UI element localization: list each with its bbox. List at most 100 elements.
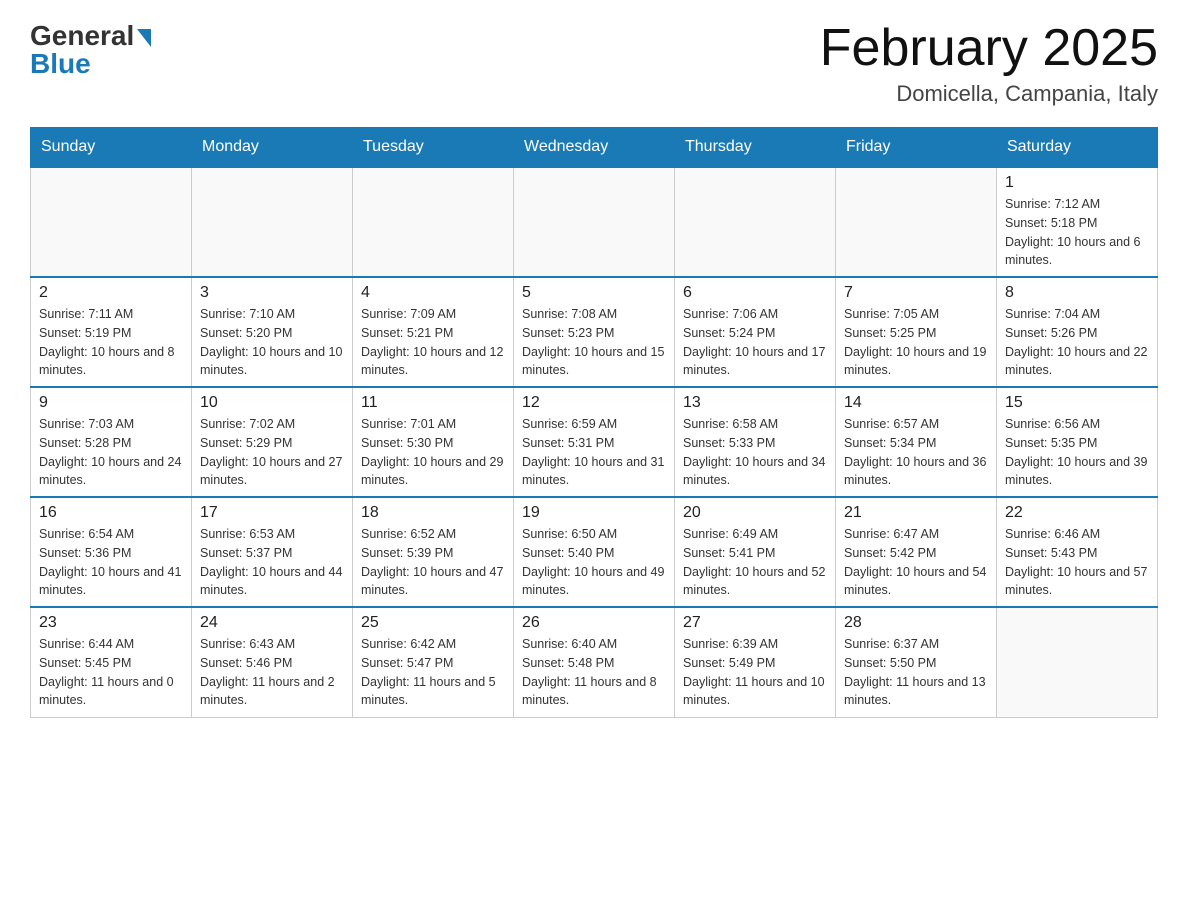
calendar-cell: 25 Sunrise: 6:42 AMSunset: 5:47 PMDayligh… (353, 607, 514, 717)
calendar-cell: 18 Sunrise: 6:52 AMSunset: 5:39 PMDayligh… (353, 497, 514, 607)
month-title: February 2025 (820, 20, 1158, 77)
day-number: 6 (683, 284, 827, 302)
weekday-header-wednesday: Wednesday (514, 128, 675, 168)
day-number: 26 (522, 614, 666, 632)
day-info: Sunrise: 6:49 AMSunset: 5:41 PMDaylight:… (683, 525, 827, 600)
calendar-cell: 9 Sunrise: 7:03 AMSunset: 5:28 PMDaylight… (31, 387, 192, 497)
day-info: Sunrise: 7:12 AMSunset: 5:18 PMDaylight:… (1005, 195, 1149, 270)
day-info: Sunrise: 7:06 AMSunset: 5:24 PMDaylight:… (683, 305, 827, 380)
day-number: 21 (844, 504, 988, 522)
weekday-header-saturday: Saturday (997, 128, 1158, 168)
day-info: Sunrise: 6:46 AMSunset: 5:43 PMDaylight:… (1005, 525, 1149, 600)
day-number: 11 (361, 394, 505, 412)
day-info: Sunrise: 6:42 AMSunset: 5:47 PMDaylight:… (361, 635, 505, 710)
calendar-week-row-3: 9 Sunrise: 7:03 AMSunset: 5:28 PMDaylight… (31, 387, 1158, 497)
day-info: Sunrise: 6:56 AMSunset: 5:35 PMDaylight:… (1005, 415, 1149, 490)
day-number: 13 (683, 394, 827, 412)
day-info: Sunrise: 7:04 AMSunset: 5:26 PMDaylight:… (1005, 305, 1149, 380)
day-info: Sunrise: 6:58 AMSunset: 5:33 PMDaylight:… (683, 415, 827, 490)
calendar-week-row-1: 1 Sunrise: 7:12 AMSunset: 5:18 PMDaylight… (31, 167, 1158, 277)
day-info: Sunrise: 7:05 AMSunset: 5:25 PMDaylight:… (844, 305, 988, 380)
weekday-header-row: SundayMondayTuesdayWednesdayThursdayFrid… (31, 128, 1158, 168)
day-number: 12 (522, 394, 666, 412)
calendar-week-row-5: 23Sunrise: 6:44 AMSunset: 5:45 PMDayligh… (31, 607, 1158, 717)
calendar-cell (192, 167, 353, 277)
day-number: 27 (683, 614, 827, 632)
calendar-cell: 14 Sunrise: 6:57 AMSunset: 5:34 PMDayligh… (836, 387, 997, 497)
day-number: 9 (39, 394, 183, 412)
day-number: 3 (200, 284, 344, 302)
page-header: General Blue February 2025 Domicella, Ca… (30, 20, 1158, 107)
calendar-cell (997, 607, 1158, 717)
day-number: 24 (200, 614, 344, 632)
day-number: 8 (1005, 284, 1149, 302)
day-number: 18 (361, 504, 505, 522)
calendar-cell (675, 167, 836, 277)
calendar-cell: 27Sunrise: 6:39 AMSunset: 5:49 PMDayligh… (675, 607, 836, 717)
day-info: Sunrise: 7:09 AMSunset: 5:21 PMDaylight:… (361, 305, 505, 380)
calendar-cell: 26 Sunrise: 6:40 AMSunset: 5:48 PMDayligh… (514, 607, 675, 717)
day-info: Sunrise: 6:54 AMSunset: 5:36 PMDaylight:… (39, 525, 183, 600)
day-info: Sunrise: 6:53 AMSunset: 5:37 PMDaylight:… (200, 525, 344, 600)
calendar-cell: 8 Sunrise: 7:04 AMSunset: 5:26 PMDaylight… (997, 277, 1158, 387)
calendar-cell (353, 167, 514, 277)
day-info: Sunrise: 7:11 AMSunset: 5:19 PMDaylight:… (39, 305, 183, 380)
calendar-cell: 5 Sunrise: 7:08 AMSunset: 5:23 PMDaylight… (514, 277, 675, 387)
day-number: 28 (844, 614, 988, 632)
day-number: 7 (844, 284, 988, 302)
day-number: 5 (522, 284, 666, 302)
weekday-header-thursday: Thursday (675, 128, 836, 168)
calendar-cell: 12 Sunrise: 6:59 AMSunset: 5:31 PMDayligh… (514, 387, 675, 497)
day-number: 15 (1005, 394, 1149, 412)
weekday-header-friday: Friday (836, 128, 997, 168)
calendar-cell: 11Sunrise: 7:01 AMSunset: 5:30 PMDayligh… (353, 387, 514, 497)
day-info: Sunrise: 7:02 AMSunset: 5:29 PMDaylight:… (200, 415, 344, 490)
weekday-header-monday: Monday (192, 128, 353, 168)
logo: General Blue (30, 20, 151, 80)
calendar-cell: 13 Sunrise: 6:58 AMSunset: 5:33 PMDayligh… (675, 387, 836, 497)
day-number: 23 (39, 614, 183, 632)
day-number: 1 (1005, 174, 1149, 192)
day-info: Sunrise: 6:37 AMSunset: 5:50 PMDaylight:… (844, 635, 988, 710)
day-number: 4 (361, 284, 505, 302)
day-number: 19 (522, 504, 666, 522)
day-number: 22 (1005, 504, 1149, 522)
location-subtitle: Domicella, Campania, Italy (820, 81, 1158, 107)
calendar-cell: 3 Sunrise: 7:10 AMSunset: 5:20 PMDaylight… (192, 277, 353, 387)
day-info: Sunrise: 6:43 AMSunset: 5:46 PMDaylight:… (200, 635, 344, 710)
weekday-header-sunday: Sunday (31, 128, 192, 168)
calendar-cell: 17 Sunrise: 6:53 AMSunset: 5:37 PMDayligh… (192, 497, 353, 607)
calendar-week-row-4: 16 Sunrise: 6:54 AMSunset: 5:36 PMDayligh… (31, 497, 1158, 607)
logo-blue-text: Blue (30, 48, 91, 80)
day-info: Sunrise: 7:10 AMSunset: 5:20 PMDaylight:… (200, 305, 344, 380)
calendar-cell: 24 Sunrise: 6:43 AMSunset: 5:46 PMDayligh… (192, 607, 353, 717)
calendar-cell: 28 Sunrise: 6:37 AMSunset: 5:50 PMDayligh… (836, 607, 997, 717)
day-number: 2 (39, 284, 183, 302)
day-info: Sunrise: 6:40 AMSunset: 5:48 PMDaylight:… (522, 635, 666, 710)
calendar-cell: 16 Sunrise: 6:54 AMSunset: 5:36 PMDayligh… (31, 497, 192, 607)
calendar-cell: 21 Sunrise: 6:47 AMSunset: 5:42 PMDayligh… (836, 497, 997, 607)
day-number: 20 (683, 504, 827, 522)
day-info: Sunrise: 6:57 AMSunset: 5:34 PMDaylight:… (844, 415, 988, 490)
logo-arrow-icon (137, 29, 151, 47)
day-number: 25 (361, 614, 505, 632)
day-number: 16 (39, 504, 183, 522)
calendar-cell (31, 167, 192, 277)
calendar-cell: 22 Sunrise: 6:46 AMSunset: 5:43 PMDayligh… (997, 497, 1158, 607)
day-info: Sunrise: 7:03 AMSunset: 5:28 PMDaylight:… (39, 415, 183, 490)
day-info: Sunrise: 6:52 AMSunset: 5:39 PMDaylight:… (361, 525, 505, 600)
day-number: 17 (200, 504, 344, 522)
day-number: 14 (844, 394, 988, 412)
calendar-week-row-2: 2 Sunrise: 7:11 AMSunset: 5:19 PMDaylight… (31, 277, 1158, 387)
title-area: February 2025 Domicella, Campania, Italy (820, 20, 1158, 107)
day-number: 10 (200, 394, 344, 412)
calendar-cell: 23Sunrise: 6:44 AMSunset: 5:45 PMDayligh… (31, 607, 192, 717)
day-info: Sunrise: 6:50 AMSunset: 5:40 PMDaylight:… (522, 525, 666, 600)
calendar-table: SundayMondayTuesdayWednesdayThursdayFrid… (30, 127, 1158, 718)
calendar-cell: 4 Sunrise: 7:09 AMSunset: 5:21 PMDaylight… (353, 277, 514, 387)
day-info: Sunrise: 6:47 AMSunset: 5:42 PMDaylight:… (844, 525, 988, 600)
day-info: Sunrise: 7:08 AMSunset: 5:23 PMDaylight:… (522, 305, 666, 380)
weekday-header-tuesday: Tuesday (353, 128, 514, 168)
day-info: Sunrise: 6:59 AMSunset: 5:31 PMDaylight:… (522, 415, 666, 490)
calendar-cell: 19 Sunrise: 6:50 AMSunset: 5:40 PMDayligh… (514, 497, 675, 607)
